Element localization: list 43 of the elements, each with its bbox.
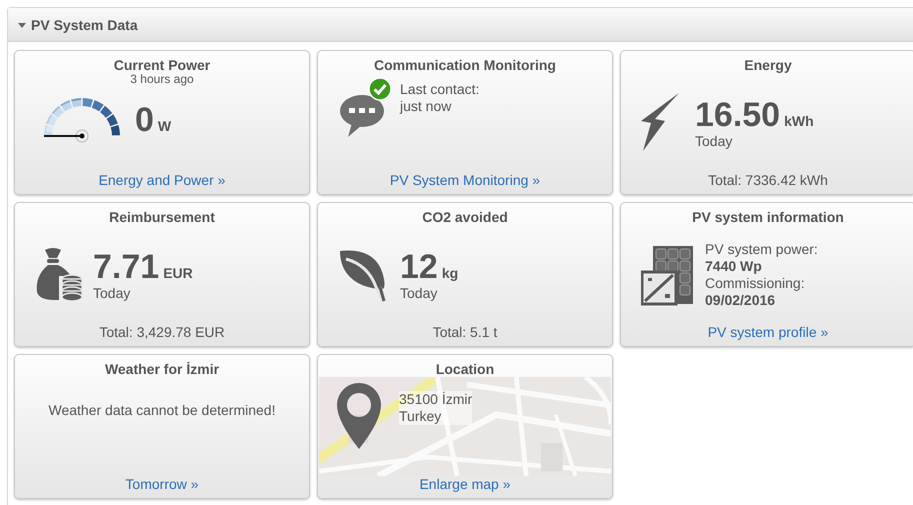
period-label: Today <box>695 132 734 148</box>
map-pin-icon <box>337 383 381 449</box>
status-text: just now <box>400 98 452 115</box>
unit-label: kWh <box>784 112 814 128</box>
card-title: Weather for İzmir <box>104 361 220 377</box>
money-bag-icon <box>35 246 83 304</box>
collapse-icon[interactable] <box>18 20 26 28</box>
link[interactable]: Energy and Power » <box>98 172 226 194</box>
link[interactable]: PV system profile » <box>708 324 828 346</box>
card-title: Reimbursement <box>109 209 215 225</box>
address-text: Turkey <box>399 408 472 425</box>
field-label: PV system power: <box>705 240 818 258</box>
link[interactable]: Enlarge map » <box>419 476 511 498</box>
solar-panel-icon <box>641 244 695 306</box>
unit-label: EUR <box>163 264 193 280</box>
panel-title: PV System Data <box>31 16 138 32</box>
period-label: Today <box>400 284 438 300</box>
card-title: CO2 avoided <box>422 209 508 225</box>
unit-label: kg <box>442 264 458 280</box>
field-label: Commissioning: <box>705 274 806 292</box>
unit-label: W <box>158 118 172 134</box>
field-value: 7440 Wp <box>705 258 763 274</box>
period-label: Today <box>93 284 132 300</box>
panel-header[interactable]: PV System Data <box>8 8 913 42</box>
card-title: Current Power <box>114 57 210 73</box>
field-value: 09/02/2016 <box>705 292 776 308</box>
value-text: 12 <box>400 248 438 284</box>
link[interactable]: PV System Monitoring » <box>390 172 540 194</box>
value-text: 7.71 <box>93 248 160 284</box>
timestamp-text: 3 hours ago <box>130 73 194 85</box>
status-text: Last contact: <box>400 81 480 98</box>
value-text: 16.50 <box>695 96 780 132</box>
total-text: Total: 5.1 t <box>432 324 498 342</box>
card-title: PV system information <box>692 209 844 225</box>
total-text: Total: 7336.42 kWh <box>708 172 828 190</box>
link[interactable]: Tomorrow » <box>125 476 199 498</box>
card-title: Location <box>436 361 494 377</box>
card-title: Energy <box>744 57 792 73</box>
total-text: Total: 3,429.78 EUR <box>99 324 225 342</box>
address-text: 35100 İzmir <box>399 391 472 408</box>
card-title: Communication Monitoring <box>374 57 556 73</box>
message-text: Weather data cannot be determined! <box>48 402 276 418</box>
value-text: 0 <box>135 102 154 138</box>
